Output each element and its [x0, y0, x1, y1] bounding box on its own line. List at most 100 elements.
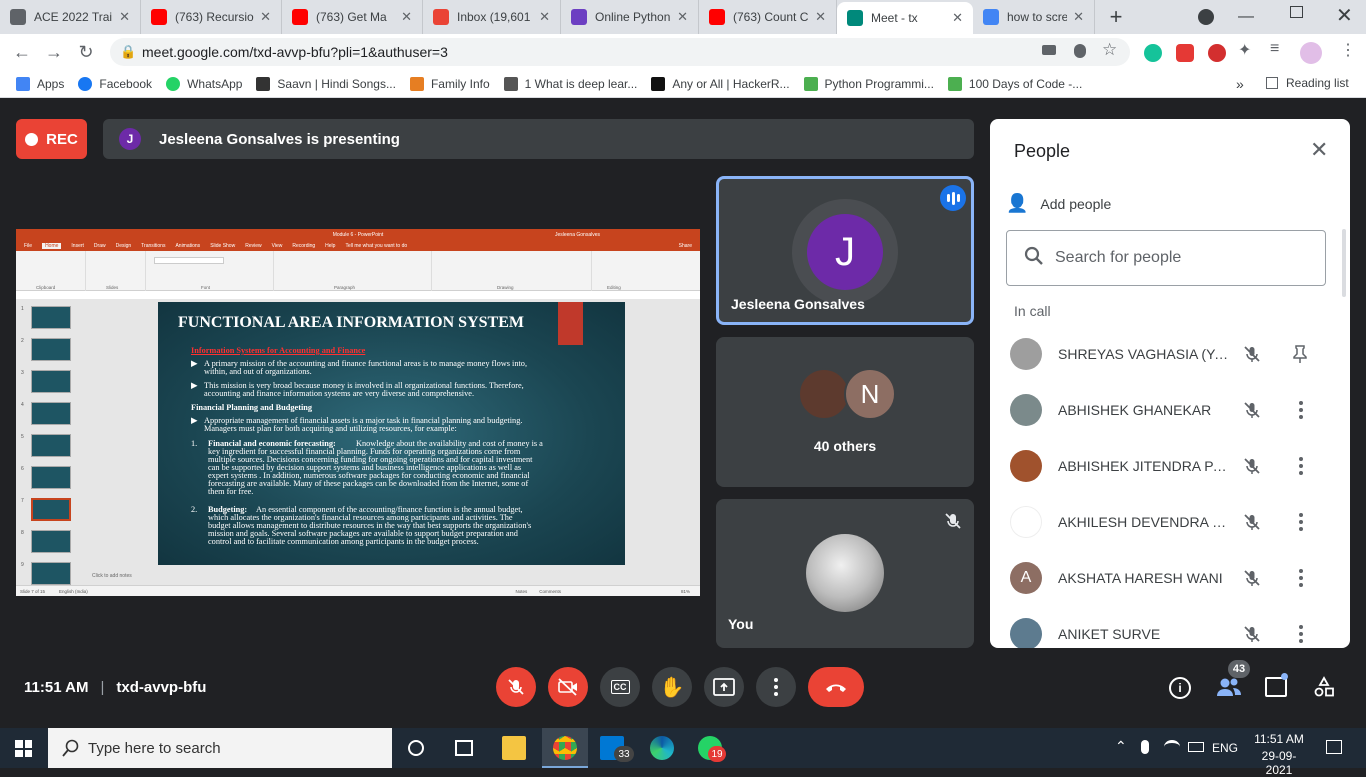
- tab-close-icon[interactable]: ✕: [260, 9, 271, 25]
- battery-icon[interactable]: [1188, 742, 1204, 752]
- language-indicator[interactable]: ENG: [1212, 741, 1238, 755]
- raise-hand-button[interactable]: ✋: [652, 667, 692, 707]
- tray-chevron-icon[interactable]: ⌃: [1115, 738, 1127, 755]
- bookmark-item[interactable]: 1 What is deep lear...: [503, 76, 637, 91]
- mic-off-icon[interactable]: [1242, 568, 1262, 588]
- tab-close-icon[interactable]: ✕: [539, 9, 550, 25]
- address-bar[interactable]: meet.google.com/txd-avvp-bfu?pli=1&authu…: [110, 38, 1130, 66]
- recording-indicator[interactable]: REC: [16, 119, 87, 159]
- tab-close-icon[interactable]: ✕: [677, 9, 688, 25]
- mic-off-icon[interactable]: [1242, 624, 1262, 644]
- participant-row[interactable]: SHREYAS VAGHASIA (You): [990, 326, 1330, 382]
- activities-button[interactable]: [1314, 676, 1334, 698]
- close-icon[interactable]: ✕: [1310, 137, 1328, 163]
- tab-7[interactable]: Meet - tx ✕: [837, 2, 973, 34]
- tab-8[interactable]: how to screen ✕: [973, 0, 1095, 34]
- tab-close-icon[interactable]: ✕: [1073, 9, 1084, 25]
- bookmark-item[interactable]: Apps: [16, 76, 64, 91]
- tab-close-icon[interactable]: ✕: [815, 9, 826, 25]
- people-button[interactable]: [1216, 676, 1242, 700]
- adblock-icon[interactable]: [1208, 44, 1226, 62]
- info-icon[interactable]: i: [1169, 677, 1191, 699]
- add-people-button[interactable]: 👤 Add people: [1006, 193, 1111, 214]
- pin-icon[interactable]: [1292, 344, 1308, 364]
- tab-4[interactable]: Inbox (19,601 ✕: [423, 0, 561, 34]
- present-button[interactable]: [704, 667, 744, 707]
- list-number: 2.: [191, 505, 198, 514]
- bookmark-item[interactable]: Facebook: [78, 76, 152, 91]
- mic-off-icon[interactable]: [1242, 344, 1262, 364]
- leave-call-button[interactable]: [808, 667, 864, 707]
- minimize-button[interactable]: —: [1238, 8, 1254, 26]
- tab-search-icon[interactable]: [1198, 9, 1214, 25]
- cortana-icon[interactable]: [408, 740, 424, 756]
- mic-tray-icon[interactable]: [1141, 740, 1149, 754]
- close-window-button[interactable]: ✕: [1336, 3, 1353, 28]
- camera-icon[interactable]: [1042, 45, 1056, 55]
- participant-row[interactable]: AKHILESH DEVENDRA NE...: [990, 494, 1330, 550]
- more-options-icon[interactable]: [1296, 456, 1306, 476]
- taskbar-search-input[interactable]: Type here to search: [48, 728, 392, 768]
- captions-button[interactable]: CC: [600, 667, 640, 707]
- tab-6[interactable]: (763) Count C ✕: [699, 0, 837, 34]
- tab-close-icon[interactable]: ✕: [952, 10, 963, 26]
- more-options-icon[interactable]: [1296, 568, 1306, 588]
- mic-toggle-button[interactable]: [496, 667, 536, 707]
- more-options-icon[interactable]: [1296, 624, 1306, 644]
- tab-3[interactable]: (763) Get Ma ✕: [282, 0, 423, 34]
- bookmark-item[interactable]: Python Programmi...: [803, 76, 934, 91]
- chrome-taskbar-button[interactable]: [542, 728, 588, 768]
- bookmark-item[interactable]: Any or All | HackerR...: [651, 76, 790, 91]
- file-explorer-icon[interactable]: [502, 736, 526, 760]
- bookmark-item[interactable]: WhatsApp: [166, 76, 242, 91]
- tab-close-icon[interactable]: ✕: [119, 9, 130, 25]
- mic-off-icon[interactable]: [1242, 456, 1262, 476]
- windows-start-icon[interactable]: [15, 740, 32, 757]
- bookmark-item[interactable]: Family Info: [409, 76, 490, 91]
- camera-toggle-button[interactable]: [548, 667, 588, 707]
- page-icon: [503, 76, 518, 91]
- extension-red-icon[interactable]: [1176, 44, 1194, 62]
- tab-1[interactable]: ACE 2022 Trai ✕: [0, 0, 141, 34]
- participant-row[interactable]: A AKSHATA HARESH WANI: [990, 550, 1330, 606]
- mic-off-icon[interactable]: [1242, 512, 1262, 532]
- participant-row[interactable]: ANIKET SURVE: [990, 606, 1330, 648]
- profile-avatar[interactable]: [1300, 42, 1322, 64]
- tab-2[interactable]: (763) Recursio ✕: [141, 0, 282, 34]
- search-people-input[interactable]: Search for people: [1006, 230, 1326, 286]
- task-view-icon[interactable]: [455, 740, 473, 756]
- more-options-button[interactable]: [756, 667, 796, 707]
- mic-off-icon[interactable]: [1242, 400, 1262, 420]
- more-options-icon[interactable]: [1296, 512, 1306, 532]
- bookmark-item[interactable]: 100 Days of Code -...: [947, 76, 1082, 91]
- more-bookmarks-button[interactable]: »: [1236, 76, 1244, 92]
- back-icon[interactable]: ←: [12, 42, 32, 63]
- chat-icon[interactable]: [1265, 677, 1287, 697]
- more-options-icon[interactable]: [1296, 400, 1306, 420]
- reading-list-button[interactable]: Reading list: [1266, 76, 1349, 90]
- star-icon[interactable]: ☆: [1102, 40, 1117, 60]
- media-control-icon[interactable]: ≡: [1270, 40, 1279, 58]
- participant-row[interactable]: ABHISHEK GHANEKAR: [990, 382, 1330, 438]
- tab-5[interactable]: Online Python ✕: [561, 0, 699, 34]
- panel-scrollbar[interactable]: [1342, 229, 1346, 297]
- notifications-icon[interactable]: [1326, 740, 1342, 754]
- forward-icon[interactable]: →: [44, 42, 64, 63]
- new-tab-button[interactable]: +: [1096, 2, 1136, 32]
- chrome-menu-icon[interactable]: ⋮: [1340, 40, 1356, 60]
- tile-you[interactable]: You: [716, 499, 974, 648]
- lock-icon[interactable]: 🔒: [120, 44, 136, 60]
- bookmark-item[interactable]: Saavn | Hindi Songs...: [256, 76, 396, 91]
- mic-blocked-icon[interactable]: [1074, 44, 1086, 58]
- participant-row[interactable]: ABHISHEK JITENDRA PAR...: [990, 438, 1330, 494]
- grammarly-icon[interactable]: [1144, 44, 1162, 62]
- tile-presenter[interactable]: J Jesleena Gonsalves: [716, 176, 974, 325]
- maximize-button[interactable]: [1290, 6, 1303, 18]
- tile-others[interactable]: N 40 others: [716, 337, 974, 487]
- reload-icon[interactable]: ↻: [76, 42, 96, 63]
- extensions-puzzle-icon[interactable]: ✦: [1238, 40, 1251, 60]
- tab-close-icon[interactable]: ✕: [401, 9, 412, 25]
- wifi-icon[interactable]: [1164, 740, 1180, 754]
- edge-icon[interactable]: [650, 736, 674, 760]
- tray-clock[interactable]: 11:51 AM 29-09-2021: [1250, 732, 1308, 777]
